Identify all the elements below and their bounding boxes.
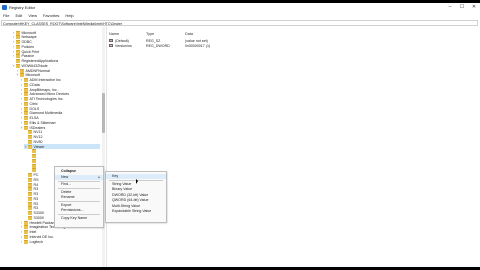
context-menu-item[interactable]: Delete: [55, 190, 103, 195]
new-submenu-item[interactable]: Binary Value: [106, 187, 166, 192]
new-submenu-item-label: QWORD (64-bit) Value: [112, 198, 149, 202]
tree-node[interactable]: › Logitech: [20, 239, 100, 244]
new-submenu-item[interactable]: DWORD (32-bit) Value: [106, 193, 166, 198]
registry-editor-window: Registry Editor – ☐ ✕ File Edit View Fav…: [0, 3, 480, 267]
value-row[interactable]: 01 Version/ns REG_DWORD 0x00000017 (1): [109, 43, 229, 48]
screen-letterbox: Registry Editor – ☐ ✕ File Edit View Fav…: [0, 0, 480, 270]
value-name: Version/ns: [115, 43, 132, 48]
new-submenu-item[interactable]: Expandable String Value: [106, 209, 166, 214]
menu-separator: [58, 214, 100, 215]
tree-scrollbar[interactable]: [102, 27, 105, 267]
submenu-arrow-icon: ▸: [98, 174, 100, 179]
context-menu-item-label: Permissions...: [61, 208, 84, 212]
value-data: 0x00000017 (1): [185, 43, 211, 48]
registry-tree: › Microsoft › Netscape › ODBC › Policies › Quick …: [0, 27, 104, 267]
maximize-button[interactable]: ☐: [456, 3, 468, 12]
context-menu-item[interactable]: Export: [55, 203, 103, 208]
new-submenu-item[interactable]: QWORD (64-bit) Value: [106, 198, 166, 203]
context-menu-item-label: New: [61, 174, 69, 179]
context-menu-item[interactable]: Permissions...: [55, 208, 103, 213]
context-menu-item-label: Delete: [61, 189, 72, 194]
new-submenu-item-label: Key: [112, 174, 119, 178]
menu-bar: File Edit View Favorites Help: [0, 12, 77, 19]
window-title: Registry Editor: [9, 5, 36, 10]
menu-file[interactable]: File: [0, 13, 12, 18]
value-type: REG_DWORD: [146, 43, 170, 48]
values-list: Name Type Data ab (Default) REG_SZ (valu…: [108, 27, 480, 267]
context-menu-item-label: Export: [61, 202, 72, 207]
window-controls: – ☐ ✕: [444, 3, 480, 12]
value-data: (value not set): [185, 38, 208, 43]
chevron-down-icon[interactable]: ˅: [12, 64, 15, 68]
menu-help[interactable]: Help: [62, 13, 76, 18]
new-submenu-item-label: Multi-String Value: [112, 203, 141, 208]
string-value-icon: ab: [109, 39, 113, 42]
value-name: (Default): [115, 38, 129, 43]
new-submenu-item[interactable]: Multi-String Value: [106, 204, 166, 209]
menu-separator: [58, 201, 100, 202]
column-header-data[interactable]: Data: [185, 32, 193, 36]
mouse-cursor: [136, 179, 138, 184]
context-menu: Collapse New ▸ Find... Delete Rename Export Per…: [54, 166, 104, 228]
chevron-down-icon[interactable]: ˅: [20, 126, 23, 130]
context-menu-item-label: Copy Key Name: [61, 215, 88, 220]
menu-edit[interactable]: Edit: [12, 13, 25, 18]
column-header-name[interactable]: Name: [109, 32, 119, 36]
chevron-right-icon[interactable]: ›: [20, 240, 23, 244]
menu-favorites[interactable]: Favorites: [40, 13, 62, 18]
new-submenu-item-label: Expandable String Value: [112, 209, 152, 213]
context-menu-item[interactable]: Rename: [55, 195, 103, 200]
registry-editor-icon: [2, 5, 7, 10]
chevron-down-icon[interactable]: ˅: [16, 73, 19, 77]
new-submenu-item-label: DWORD (32-bit) Value: [112, 192, 149, 197]
pane-splitter[interactable]: [106, 27, 107, 267]
column-header-type[interactable]: Type: [146, 32, 154, 36]
new-submenu-item-label: String Value: [112, 181, 132, 186]
menu-separator: [58, 180, 100, 181]
context-menu-item[interactable]: Collapse: [55, 169, 103, 174]
tree-scrollbar-thumb[interactable]: [102, 93, 105, 133]
dword-value-icon: 01: [109, 44, 113, 47]
context-menu-item-label: Collapse: [61, 169, 76, 173]
address-bar[interactable]: Computer\HKEY_CLASSES_ROOT\Software\Inte…: [1, 20, 478, 26]
close-button[interactable]: ✕: [468, 3, 480, 12]
context-menu-item[interactable]: Copy Key Name: [55, 216, 103, 221]
menu-view[interactable]: View: [25, 13, 40, 18]
new-submenu-item-label: Binary Value: [112, 187, 133, 191]
context-menu-item-label: Find...: [61, 182, 71, 186]
title-bar: Registry Editor – ☐ ✕: [0, 3, 480, 12]
context-menu-item[interactable]: Find...: [55, 182, 103, 187]
context-menu-item[interactable]: New ▸: [55, 174, 103, 180]
chevron-down-icon[interactable]: ˅: [24, 145, 27, 149]
menu-separator: [58, 188, 100, 189]
context-menu-item-label: Rename: [61, 195, 75, 199]
tree-node-label: Logitech: [29, 239, 44, 244]
folder-icon: [24, 239, 28, 244]
minimize-button[interactable]: –: [444, 3, 456, 12]
value-type: REG_SZ: [146, 38, 161, 43]
